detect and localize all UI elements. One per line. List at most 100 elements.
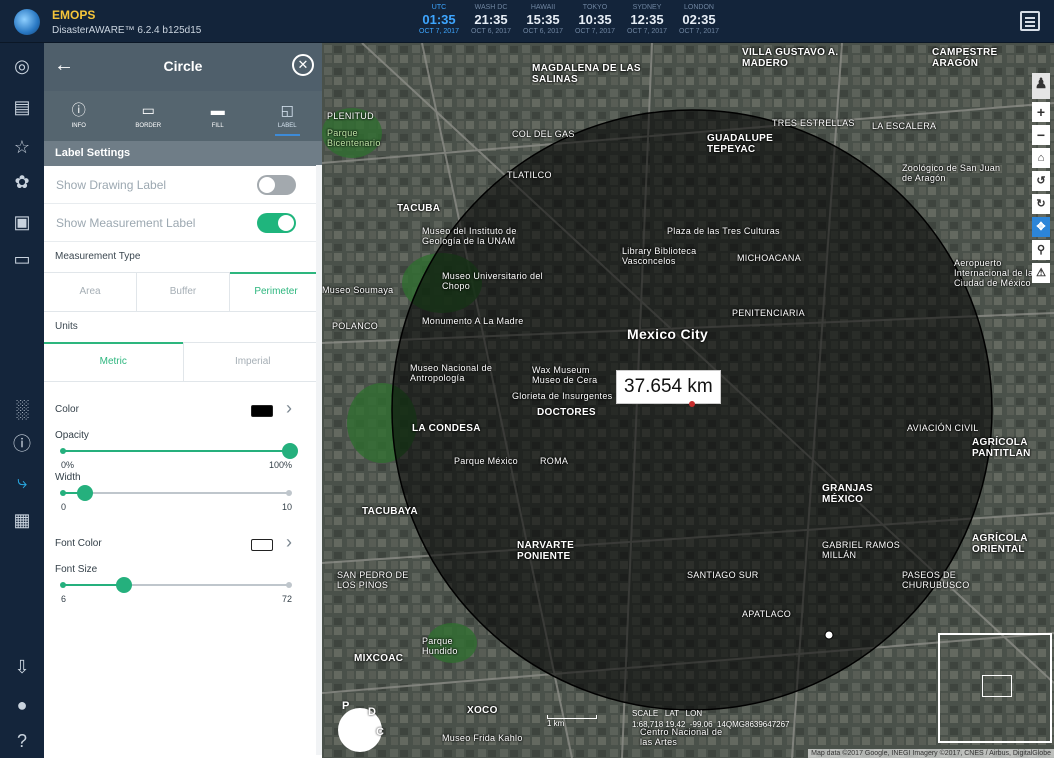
draw-icon[interactable]: ⤷ xyxy=(8,468,36,496)
zoom-out-button[interactable]: − xyxy=(1032,125,1050,145)
map-label: MIXCOAC xyxy=(354,653,404,664)
compass-globe[interactable]: P D C xyxy=(338,700,384,752)
units-heading: Units xyxy=(55,321,78,332)
bulb-icon[interactable]: ● xyxy=(8,691,36,719)
home-icon[interactable]: ⌂ xyxy=(1032,148,1050,168)
pegman-icon[interactable]: ♟ xyxy=(1032,73,1050,99)
map-label: SAN PEDRO DE LOS PINOS xyxy=(337,570,409,590)
map-label: Museo del Instituto de Geología de la UN… xyxy=(422,226,517,246)
lon-value: -99.06 xyxy=(689,720,713,729)
lat-label: LAT xyxy=(664,709,679,718)
show-measurement-label-text: Show Measurement Label xyxy=(56,216,196,230)
overview-minimap[interactable] xyxy=(938,633,1052,743)
opacity-track[interactable] xyxy=(60,443,298,459)
app-version: DisasterAWARE™ 6.2.4 b125d15 xyxy=(52,25,202,36)
chevron-right-icon[interactable]: › xyxy=(286,532,292,553)
opacity-max: 100% xyxy=(268,460,292,470)
tab-border[interactable]: ▭ BORDER xyxy=(114,91,184,141)
panel-header: ← Circle ✕ xyxy=(44,43,322,91)
chart-icon[interactable]: ░ xyxy=(8,395,36,423)
warning-icon[interactable]: ⚠ xyxy=(1032,263,1050,283)
globe-logo-icon xyxy=(14,9,40,35)
star-icon[interactable]: ☆ xyxy=(8,133,36,161)
map-label: Library Biblioteca Vasconcelos xyxy=(622,246,697,266)
map-label: Plaza de las Tres Culturas xyxy=(667,226,780,236)
width-max: 10 xyxy=(281,502,292,512)
overview-viewport[interactable] xyxy=(982,675,1012,697)
font-color-row[interactable]: Font Color › xyxy=(44,526,322,562)
font-size-min: 6 xyxy=(61,594,67,604)
document-icon[interactable] xyxy=(1020,11,1040,31)
app-window: { "app": {"title": "EMOPS", "version": "… xyxy=(0,0,1054,758)
undo-icon[interactable]: ↺ xyxy=(1032,171,1050,191)
close-icon[interactable]: ✕ xyxy=(292,54,314,76)
chevron-right-icon[interactable]: › xyxy=(286,398,292,419)
clock-utc: UTC 01:35 OCT 7, 2017 xyxy=(419,4,459,35)
units-metric-option[interactable]: Metric xyxy=(44,342,184,381)
zoom-in-button[interactable]: + xyxy=(1032,102,1050,122)
font-size-track[interactable] xyxy=(60,577,292,593)
width-start-dot xyxy=(60,490,66,496)
help-icon[interactable]: ? xyxy=(8,727,36,755)
map-label: AGRÍCOLA ORIENTAL xyxy=(972,533,1028,555)
units-imperial-option[interactable]: Imperial xyxy=(184,343,323,381)
color-label: Color xyxy=(55,404,79,415)
measurement-perimeter-option[interactable]: Perimeter xyxy=(230,272,322,311)
map-label: GUADALUPE TEPEYAC xyxy=(707,133,774,155)
color-row[interactable]: Color › xyxy=(44,392,322,428)
tab-label[interactable]: ◱ LABEL xyxy=(253,91,323,141)
twitter-icon[interactable]: ✿ xyxy=(8,168,36,196)
map-label: AVIACIÓN CIVIL xyxy=(907,423,979,433)
measurement-label: 37.654 km xyxy=(616,370,721,404)
info-icon: ⓘ xyxy=(71,102,86,118)
tab-info[interactable]: ⓘ INFO xyxy=(44,91,114,141)
map-label: NARVARTE PONIENTE xyxy=(517,540,575,562)
map-label: Museo Nacional de Antropología xyxy=(410,363,493,383)
map-label: Museo Universitario del Chopo xyxy=(442,271,543,291)
width-label: Width xyxy=(55,472,81,483)
world-clocks: UTC 01:35 OCT 7, 2017 WASH DC 21:35 OCT 6, 2… xyxy=(413,4,725,35)
map-label: MAGDALENA DE LAS SALINAS xyxy=(532,63,641,85)
download-icon[interactable]: ⇩ xyxy=(8,653,36,681)
stack-icon[interactable]: ▤ xyxy=(8,93,36,121)
pan-icon[interactable]: ✥ xyxy=(1032,217,1050,237)
map-label: DOCTORES xyxy=(537,407,596,418)
lon-label: LON xyxy=(685,709,703,718)
width-min: 0 xyxy=(61,502,67,512)
opacity-handle[interactable] xyxy=(282,443,298,459)
units-selector: Metric Imperial xyxy=(44,342,322,382)
color-swatch[interactable] xyxy=(251,405,273,417)
layers-icon[interactable]: ◎ xyxy=(8,52,36,80)
tv-icon[interactable]: ▣ xyxy=(8,208,36,236)
buildings-icon[interactable]: ▦ xyxy=(8,506,36,534)
measurement-buffer-option[interactable]: Buffer xyxy=(137,273,230,311)
cards-icon[interactable]: ▭ xyxy=(8,245,36,273)
width-handle[interactable] xyxy=(76,485,93,501)
info-icon[interactable]: ⓘ xyxy=(8,430,36,458)
width-track[interactable] xyxy=(60,485,292,501)
zoom-search-icon[interactable]: ⚲ xyxy=(1032,240,1050,260)
map-label: ROMA xyxy=(540,456,569,466)
map-label: LA CONDESA xyxy=(412,423,481,434)
map-label: VILLA GUSTAVO A. MADERO xyxy=(742,47,839,69)
circle-settings-panel: ← Circle ✕ ⓘ INFO ▭ BORDER ▬ FILL ◱ LABEL La… xyxy=(44,43,322,758)
map-label: TACUBAYA xyxy=(362,506,418,517)
map-view[interactable]: Mexico City MAGDALENA DE LAS SALINAS VIL… xyxy=(322,43,1054,758)
tab-fill[interactable]: ▬ FILL xyxy=(183,91,253,141)
show-measurement-label-toggle[interactable] xyxy=(257,213,296,233)
circle-edit-handle[interactable] xyxy=(824,630,834,640)
show-measurement-label-row: Show Measurement Label xyxy=(44,204,322,242)
map-label: SANTIAGO SUR xyxy=(687,570,759,580)
font-size-handle[interactable] xyxy=(116,577,133,593)
border-icon: ▭ xyxy=(141,102,155,118)
opacity-start-dot xyxy=(60,448,66,454)
font-size-label: Font Size xyxy=(55,564,98,575)
show-drawing-label-toggle[interactable] xyxy=(257,175,296,195)
font-color-swatch[interactable] xyxy=(251,539,273,551)
drawn-circle[interactable] xyxy=(391,109,993,711)
redo-icon[interactable]: ↻ xyxy=(1032,194,1050,214)
measurement-area-option[interactable]: Area xyxy=(44,273,137,311)
font-size-slider: Font Size 6 72 xyxy=(44,562,322,618)
clock-tokyo: TOKYO 10:35 OCT 7, 2017 xyxy=(575,4,615,35)
scale-label: SCALE xyxy=(632,709,659,718)
